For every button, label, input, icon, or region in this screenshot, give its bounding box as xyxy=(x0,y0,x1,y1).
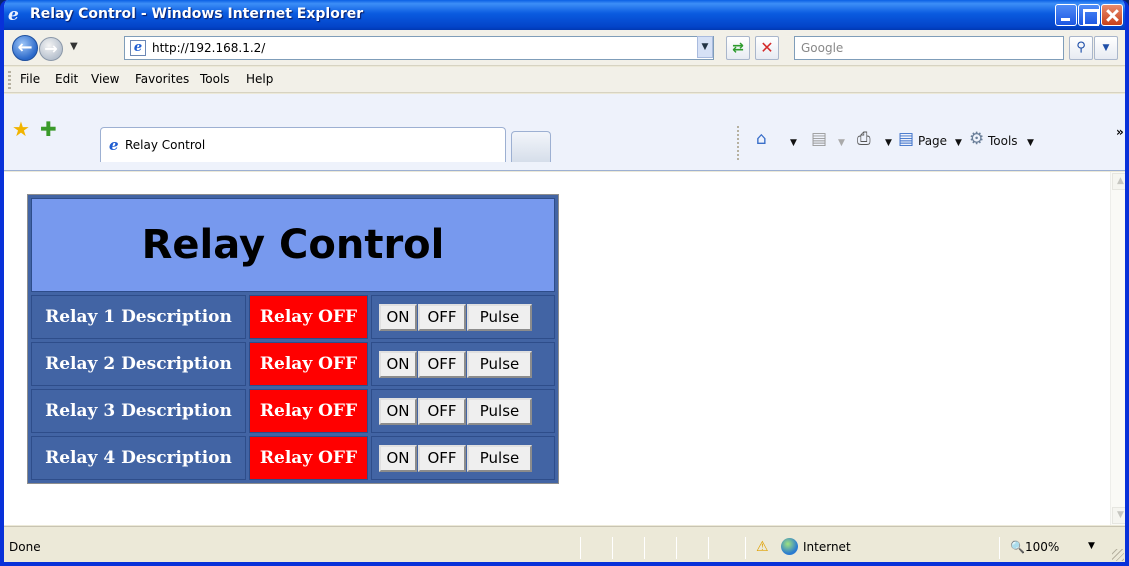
security-zone-label: Internet xyxy=(803,540,851,554)
search-icon[interactable]: ⚲ xyxy=(1069,36,1093,60)
status-separator xyxy=(999,537,1000,559)
menu-edit[interactable]: Edit xyxy=(55,72,78,86)
relay-state: Relay OFF xyxy=(249,389,368,433)
tools-gear-icon[interactable]: ⚙ xyxy=(969,130,984,148)
relay-4-pulse-button[interactable]: Pulse xyxy=(467,444,532,472)
close-button[interactable] xyxy=(1101,4,1123,26)
relay-description: Relay 3 Description xyxy=(31,389,246,433)
scroll-up-icon[interactable]: ▲ xyxy=(1112,173,1125,190)
history-dropdown-icon[interactable]: ▼ xyxy=(70,41,78,52)
address-dropdown-icon[interactable]: ▼ xyxy=(697,36,713,58)
relay-3-on-button[interactable]: ON xyxy=(379,397,417,425)
resize-grip[interactable] xyxy=(1112,549,1124,561)
internet-zone-icon xyxy=(781,538,798,555)
status-separator xyxy=(676,537,677,559)
print-dropdown-icon[interactable]: ▼ xyxy=(885,138,892,148)
relay-row: Relay 1 Description Relay OFF ON OFF Pulse xyxy=(31,295,555,339)
status-bar: Done ⚠ Internet 🔍100% ▼ xyxy=(4,526,1125,562)
relay-table: Relay Control Relay 1 Description Relay … xyxy=(27,194,559,484)
back-button[interactable]: ← xyxy=(12,35,38,61)
tools-menu-label[interactable]: Tools xyxy=(988,134,1018,148)
relay-description: Relay 4 Description xyxy=(31,436,246,480)
menu-tools[interactable]: Tools xyxy=(200,72,230,86)
minimize-button[interactable] xyxy=(1055,4,1077,26)
feeds-dropdown-icon[interactable]: ▼ xyxy=(838,138,845,148)
status-separator xyxy=(612,537,613,559)
page-menu-label[interactable]: Page xyxy=(918,134,947,148)
page-icon: e xyxy=(130,40,146,56)
relay-3-off-button[interactable]: OFF xyxy=(418,397,466,425)
zoom-value: 100% xyxy=(1024,540,1060,554)
zoom-dropdown-icon[interactable]: ▼ xyxy=(1088,541,1095,551)
relay-2-on-button[interactable]: ON xyxy=(379,350,417,378)
status-separator xyxy=(644,537,645,559)
tools-dropdown-icon[interactable]: ▼ xyxy=(1027,138,1034,148)
more-commands-icon[interactable]: » xyxy=(1116,125,1124,139)
feeds-icon[interactable]: ▤ xyxy=(811,130,827,148)
window-title: Relay Control - Windows Internet Explore… xyxy=(30,6,364,22)
page-content: Relay Control Relay 1 Description Relay … xyxy=(4,172,1110,525)
ie-logo-icon: e xyxy=(8,5,19,25)
relay-2-off-button[interactable]: OFF xyxy=(418,350,466,378)
scroll-down-icon[interactable]: ▼ xyxy=(1112,507,1125,524)
vertical-scrollbar[interactable]: ▲ ▼ xyxy=(1110,172,1125,525)
print-icon[interactable]: ⎙ xyxy=(857,130,871,148)
address-bar[interactable]: e http://192.168.1.2/ xyxy=(124,36,714,60)
relay-4-off-button[interactable]: OFF xyxy=(418,444,466,472)
status-separator xyxy=(580,537,581,559)
tab-command-bar: ★ ✚ e Relay Control ⌂ ▼ ▤ ▼ ⎙ ▼ ▤ Page ▼… xyxy=(4,94,1125,171)
home-icon[interactable]: ⌂ xyxy=(756,130,767,148)
zoom-level[interactable]: 🔍100% xyxy=(1010,540,1059,554)
status-text: Done xyxy=(9,540,41,554)
relay-description: Relay 1 Description xyxy=(31,295,246,339)
relay-state: Relay OFF xyxy=(249,436,368,480)
add-favorite-icon[interactable]: ✚ xyxy=(40,119,57,139)
command-separator xyxy=(737,126,739,160)
menu-file[interactable]: File xyxy=(20,72,40,86)
home-dropdown-icon[interactable]: ▼ xyxy=(790,138,797,148)
menu-help[interactable]: Help xyxy=(246,72,273,86)
relay-description: Relay 2 Description xyxy=(31,342,246,386)
relay-row: Relay 3 Description Relay OFF ON OFF Pulse xyxy=(31,389,555,433)
browser-window: e Relay Control - Windows Internet Explo… xyxy=(0,0,1129,566)
relay-controls: ON OFF Pulse xyxy=(371,342,555,386)
relay-row: Relay 2 Description Relay OFF ON OFF Pulse xyxy=(31,342,555,386)
protected-mode-icon[interactable]: ⚠ xyxy=(756,539,769,555)
address-input[interactable]: http://192.168.1.2/ xyxy=(152,41,265,55)
page-dropdown-icon[interactable]: ▼ xyxy=(955,138,962,148)
menu-grip xyxy=(8,71,11,89)
relay-2-pulse-button[interactable]: Pulse xyxy=(467,350,532,378)
relay-4-on-button[interactable]: ON xyxy=(379,444,417,472)
relay-1-on-button[interactable]: ON xyxy=(379,303,417,331)
relay-3-pulse-button[interactable]: Pulse xyxy=(467,397,532,425)
relay-controls: ON OFF Pulse xyxy=(371,295,555,339)
title-bar: e Relay Control - Windows Internet Explo… xyxy=(4,0,1125,30)
tab-page-icon: e xyxy=(109,136,119,154)
relay-state: Relay OFF xyxy=(249,295,368,339)
status-separator xyxy=(745,537,746,559)
page-menu-icon[interactable]: ▤ xyxy=(898,130,914,148)
address-row: ← → ▼ e http://192.168.1.2/ ▼ ⇄ ✕ Google… xyxy=(4,30,1125,66)
relay-controls: ON OFF Pulse xyxy=(371,389,555,433)
relay-1-pulse-button[interactable]: Pulse xyxy=(467,303,532,331)
search-input[interactable]: Google xyxy=(794,36,1064,60)
menu-bar: File Edit View Favorites Tools Help xyxy=(4,67,1125,93)
relay-row: Relay 4 Description Relay OFF ON OFF Pulse xyxy=(31,436,555,480)
favorites-star-icon[interactable]: ★ xyxy=(12,119,30,139)
maximize-button[interactable] xyxy=(1078,4,1100,26)
menu-favorites[interactable]: Favorites xyxy=(135,72,189,86)
search-options-icon[interactable]: ▼ xyxy=(1094,36,1118,60)
relay-1-off-button[interactable]: OFF xyxy=(418,303,466,331)
status-separator xyxy=(708,537,709,559)
refresh-icon[interactable]: ⇄ xyxy=(726,36,750,60)
page-heading: Relay Control xyxy=(31,198,555,292)
tab-label: Relay Control xyxy=(125,138,206,152)
menu-view[interactable]: View xyxy=(91,72,119,86)
tab-relay-control[interactable]: e Relay Control xyxy=(100,127,506,162)
new-tab-button[interactable] xyxy=(511,131,551,162)
forward-button[interactable]: → xyxy=(39,37,63,61)
relay-controls: ON OFF Pulse xyxy=(371,436,555,480)
stop-icon[interactable]: ✕ xyxy=(755,36,779,60)
relay-state: Relay OFF xyxy=(249,342,368,386)
